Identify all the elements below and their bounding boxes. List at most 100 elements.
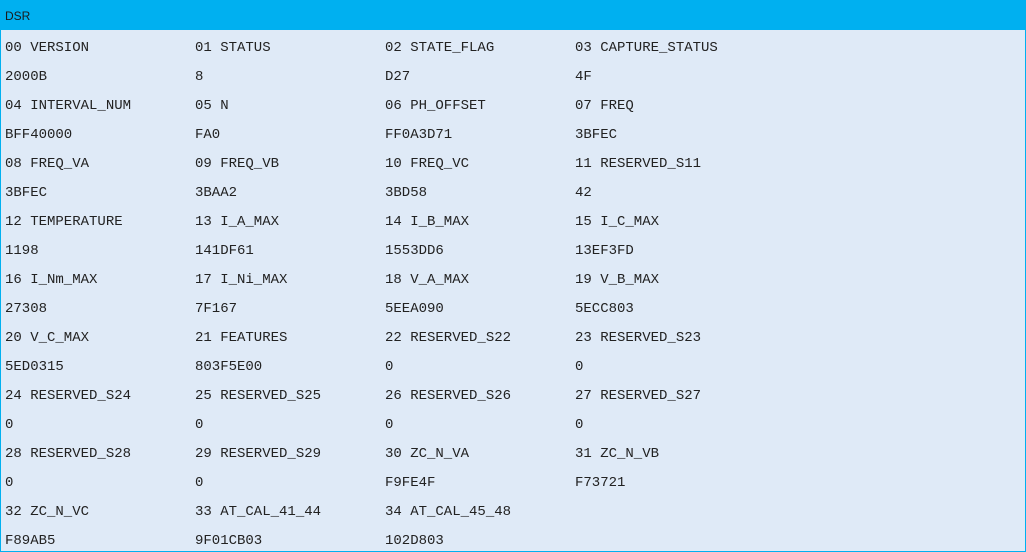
register-name: 17 I_Ni_MAX [195,272,288,288]
register-name: 04 INTERVAL_NUM [5,98,132,114]
register-value: BFF40000 [5,127,73,143]
dsr-register-panel: DSR 00 VERSION 2000B 01 STATUS 8 02 STATE_FL… [0,0,1026,552]
register-cell: 19 V_B_MAX 5ECC803 [571,262,761,320]
register-value: 13EF3FD [575,243,634,259]
register-cell: 05 N FA0 [191,88,381,146]
register-cell: 15 I_C_MAX 13EF3FD [571,204,761,262]
register-cell: 26 RESERVED_S26 0 [381,378,571,436]
register-cell: 28 RESERVED_S28 0 [1,436,191,494]
register-value: 5ECC803 [575,301,634,317]
register-value: 7F167 [195,301,238,317]
register-value: F73721 [575,475,626,491]
register-cell: 11 RESERVED_S11 42 [571,146,761,204]
register-cell: 08 FREQ_VA 3BFEC [1,146,191,204]
panel-title-bar: DSR [1,1,1025,30]
register-cell: 02 STATE_FLAG D27 [381,30,571,88]
register-value: 2000B [5,69,48,85]
register-value: 5EEA090 [385,301,444,317]
register-name: 01 STATUS [195,40,271,56]
register-value: F9FE4F [385,475,436,491]
register-cell: 33 AT_CAL_41_44 9F01CB03 [191,494,381,551]
register-name: 22 RESERVED_S22 [385,330,512,346]
register-name: 18 V_A_MAX [385,272,470,288]
register-name: 34 AT_CAL_45_48 [385,504,512,520]
register-value: 1553DD6 [385,243,444,259]
register-name: 06 PH_OFFSET [385,98,486,114]
register-name: 11 RESERVED_S11 [575,156,702,172]
register-value: 8 [195,69,204,85]
register-name: 24 RESERVED_S24 [5,388,132,404]
register-value: 803F5E00 [195,359,263,375]
register-cell: 20 V_C_MAX 5ED0315 [1,320,191,378]
register-value: 42 [575,185,592,201]
register-value: F89AB5 [5,533,56,549]
register-name: 33 AT_CAL_41_44 [195,504,322,520]
register-cell: 04 INTERVAL_NUM BFF40000 [1,88,191,146]
register-cell: 21 FEATURES 803F5E00 [191,320,381,378]
register-value: 9F01CB03 [195,533,263,549]
register-name: 32 ZC_N_VC [5,504,90,520]
register-name: 16 I_Nm_MAX [5,272,98,288]
register-cell: 30 ZC_N_VA F9FE4F [381,436,571,494]
register-name: 15 I_C_MAX [575,214,660,230]
register-cell: 10 FREQ_VC 3BD58 [381,146,571,204]
register-cell: 09 FREQ_VB 3BAA2 [191,146,381,204]
register-name: 10 FREQ_VC [385,156,470,172]
register-name: 00 VERSION [5,40,90,56]
register-name: 26 RESERVED_S26 [385,388,512,404]
register-cell: 29 RESERVED_S29 0 [191,436,381,494]
register-cell: 12 TEMPERATURE 1198 [1,204,191,262]
register-value: 102D803 [385,533,444,549]
register-value: 3BD58 [385,185,428,201]
register-cell: 23 RESERVED_S23 0 [571,320,761,378]
register-value: 5ED0315 [5,359,64,375]
register-name: 13 I_A_MAX [195,214,280,230]
register-value: FA0 [195,127,221,143]
register-cell: 14 I_B_MAX 1553DD6 [381,204,571,262]
register-name: 14 I_B_MAX [385,214,470,230]
register-cell: 24 RESERVED_S24 0 [1,378,191,436]
register-cell: 32 ZC_N_VC F89AB5 [1,494,191,551]
register-name: 30 ZC_N_VA [385,446,470,462]
register-value: 0 [385,417,394,433]
register-name: 25 RESERVED_S25 [195,388,322,404]
register-value: 0 [575,417,584,433]
register-value: 0 [385,359,394,375]
register-value: 141DF61 [195,243,254,259]
register-name: 21 FEATURES [195,330,288,346]
register-name: 23 RESERVED_S23 [575,330,702,346]
register-cell: 34 AT_CAL_45_48 102D803 [381,494,571,551]
register-value: 27308 [5,301,48,317]
register-name: 28 RESERVED_S28 [5,446,132,462]
register-value: FF0A3D71 [385,127,453,143]
register-cell: 18 V_A_MAX 5EEA090 [381,262,571,320]
register-name: 31 ZC_N_VB [575,446,660,462]
register-cell: 17 I_Ni_MAX 7F167 [191,262,381,320]
register-value: 1198 [5,243,39,259]
register-name: 02 STATE_FLAG [385,40,495,56]
register-name: 19 V_B_MAX [575,272,660,288]
register-name: 03 CAPTURE_STATUS [575,40,718,56]
register-value: 0 [5,417,14,433]
register-cell: 16 I_Nm_MAX 27308 [1,262,191,320]
register-name: 20 V_C_MAX [5,330,90,346]
register-cell: 07 FREQ 3BFEC [571,88,761,146]
register-name: 29 RESERVED_S29 [195,446,322,462]
register-cell: 00 VERSION 2000B [1,30,191,88]
register-value: 4F [575,69,592,85]
register-value: 0 [195,417,204,433]
register-cell: 22 RESERVED_S22 0 [381,320,571,378]
register-cell: 03 CAPTURE_STATUS 4F [571,30,761,88]
register-value: 3BFEC [5,185,48,201]
register-value: 0 [5,475,14,491]
register-value: D27 [385,69,411,85]
register-cell: 13 I_A_MAX 141DF61 [191,204,381,262]
register-name: 12 TEMPERATURE [5,214,123,230]
register-cell: 25 RESERVED_S25 0 [191,378,381,436]
register-value: 0 [575,359,584,375]
register-name: 08 FREQ_VA [5,156,90,172]
register-cell: 31 ZC_N_VB F73721 [571,436,761,494]
register-cell: 27 RESERVED_S27 0 [571,378,761,436]
register-value: 0 [195,475,204,491]
register-value: 3BAA2 [195,185,238,201]
